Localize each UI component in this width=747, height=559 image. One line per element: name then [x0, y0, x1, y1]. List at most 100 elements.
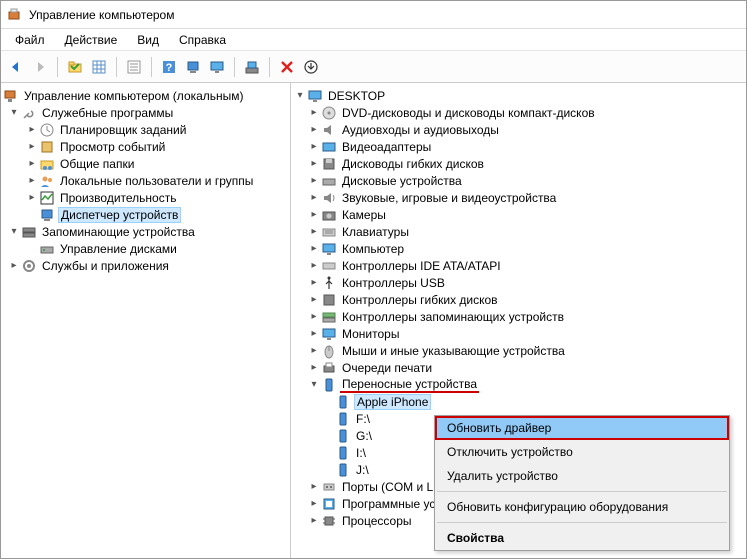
phone-icon: [335, 394, 351, 410]
print-queue-icon: [321, 360, 337, 376]
chevron-right-icon[interactable]: ▸: [307, 174, 321, 188]
chevron-right-icon[interactable]: ▸: [307, 293, 321, 307]
device-category[interactable]: ▸Звуковые, игровые и видеоустройства: [293, 189, 744, 206]
chevron-right-icon[interactable]: ▸: [307, 514, 321, 528]
folder-share-icon: [39, 156, 55, 172]
ctx-update-driver[interactable]: Обновить драйвер: [435, 416, 729, 440]
tree-local-users[interactable]: ▸Локальные пользователи и группы: [3, 172, 288, 189]
device-category[interactable]: ▸Видеоадаптеры: [293, 138, 744, 155]
chevron-right-icon[interactable]: ▸: [307, 344, 321, 358]
device-category[interactable]: ▸Контроллеры USB: [293, 274, 744, 291]
menu-help[interactable]: Справка: [169, 31, 236, 49]
chevron-down-icon[interactable]: ▾: [7, 225, 21, 239]
device-category[interactable]: ▸Контроллеры IDE ATA/ATAPI: [293, 257, 744, 274]
chevron-right-icon[interactable]: ▸: [307, 480, 321, 494]
devmgr-button[interactable]: [182, 56, 204, 78]
tree-system-tools[interactable]: ▾Служебные программы: [3, 104, 288, 121]
grid-button[interactable]: [88, 56, 110, 78]
chevron-down-icon[interactable]: ▾: [307, 378, 321, 392]
list-button[interactable]: [123, 56, 145, 78]
delete-button[interactable]: [276, 56, 298, 78]
device-category[interactable]: ▸Дисководы гибких дисков: [293, 155, 744, 172]
disk-button[interactable]: [241, 56, 263, 78]
ctx-properties[interactable]: Свойства: [435, 526, 729, 550]
floppy-ctrl-icon: [321, 292, 337, 308]
tree-shared-folders[interactable]: ▸Общие папки: [3, 155, 288, 172]
tree-device-manager[interactable]: Диспетчер устройств: [3, 206, 288, 223]
monitor-button[interactable]: [206, 56, 228, 78]
chevron-right-icon[interactable]: ▸: [307, 327, 321, 341]
device-category[interactable]: ▸Контроллеры запоминающих устройств: [293, 308, 744, 325]
device-category[interactable]: ▸Клавиатуры: [293, 223, 744, 240]
device-apple-iphone[interactable]: Apple iPhone: [293, 393, 744, 410]
install-driver-button[interactable]: [300, 56, 322, 78]
device-category[interactable]: ▸Компьютер: [293, 240, 744, 257]
device-category[interactable]: ▸DVD-дисководы и дисководы компакт-диско…: [293, 104, 744, 121]
devmgr-icon: [39, 207, 55, 223]
device-portable[interactable]: ▾Переносные устройства: [293, 376, 744, 393]
folder-button[interactable]: [64, 56, 86, 78]
forward-button[interactable]: [29, 56, 51, 78]
ctx-disable-device[interactable]: Отключить устройство: [435, 440, 729, 464]
chevron-right-icon[interactable]: ▸: [307, 361, 321, 375]
phone-icon: [335, 411, 351, 427]
chevron-right-icon[interactable]: ▸: [307, 259, 321, 273]
chevron-right-icon[interactable]: ▸: [25, 174, 39, 188]
chevron-right-icon[interactable]: ▸: [307, 157, 321, 171]
storage-ctrl-icon: [321, 309, 337, 325]
device-root[interactable]: ▾DESKTOP: [293, 87, 744, 104]
device-category[interactable]: ▸Мониторы: [293, 325, 744, 342]
device-category[interactable]: ▸Контроллеры гибких дисков: [293, 291, 744, 308]
device-category[interactable]: ▸Дисковые устройства: [293, 172, 744, 189]
left-tree-pane: Управление компьютером (локальным) ▾Служ…: [1, 83, 291, 558]
tree-root[interactable]: Управление компьютером (локальным): [3, 87, 288, 104]
chevron-right-icon[interactable]: ▸: [307, 123, 321, 137]
device-category[interactable]: ▸Очереди печати: [293, 359, 744, 376]
tree-services[interactable]: ▸Службы и приложения: [3, 257, 288, 274]
chevron-right-icon[interactable]: ▸: [25, 140, 39, 154]
chevron-right-icon[interactable]: ▸: [25, 191, 39, 205]
phone-icon: [335, 428, 351, 444]
back-button[interactable]: [5, 56, 27, 78]
computer-icon: [3, 88, 19, 104]
chevron-right-icon[interactable]: ▸: [307, 242, 321, 256]
tree-task-scheduler[interactable]: ▸Планировщик заданий: [3, 121, 288, 138]
chevron-right-icon[interactable]: ▸: [25, 123, 39, 137]
titlebar: Управление компьютером: [1, 1, 746, 29]
device-category[interactable]: ▸Камеры: [293, 206, 744, 223]
mouse-icon: [321, 343, 337, 359]
menu-action[interactable]: Действие: [55, 31, 128, 49]
menu-file[interactable]: Файл: [5, 31, 55, 49]
window-title: Управление компьютером: [29, 8, 174, 22]
chevron-right-icon[interactable]: ▸: [307, 497, 321, 511]
portable-icon: [321, 377, 337, 393]
tree-event-viewer[interactable]: ▸Просмотр событий: [3, 138, 288, 155]
device-category[interactable]: ▸Аудиовходы и аудиовыходы: [293, 121, 744, 138]
menu-view[interactable]: Вид: [127, 31, 169, 49]
chevron-right-icon[interactable]: ▸: [307, 140, 321, 154]
chevron-down-icon[interactable]: ▾: [7, 106, 21, 120]
chevron-right-icon[interactable]: ▸: [25, 157, 39, 171]
chevron-down-icon[interactable]: ▾: [293, 89, 307, 103]
svg-text:?: ?: [166, 62, 173, 74]
clock-icon: [39, 122, 55, 138]
chevron-right-icon[interactable]: ▸: [307, 310, 321, 324]
tree-storage[interactable]: ▾Запоминающие устройства: [3, 223, 288, 240]
chevron-right-icon[interactable]: ▸: [7, 259, 21, 273]
toolbar-separator: [116, 57, 117, 77]
display-adapter-icon: [321, 139, 337, 155]
ctx-remove-device[interactable]: Удалить устройство: [435, 464, 729, 488]
phone-icon: [335, 445, 351, 461]
toolbar-separator: [269, 57, 270, 77]
chevron-right-icon[interactable]: ▸: [307, 225, 321, 239]
chevron-right-icon[interactable]: ▸: [307, 276, 321, 290]
ctx-scan-hardware[interactable]: Обновить конфигурацию оборудования: [435, 495, 729, 519]
chevron-right-icon[interactable]: ▸: [307, 191, 321, 205]
tree-performance[interactable]: ▸Производительность: [3, 189, 288, 206]
floppy-icon: [321, 156, 337, 172]
device-category[interactable]: ▸Мыши и иные указывающие устройства: [293, 342, 744, 359]
chevron-right-icon[interactable]: ▸: [307, 208, 321, 222]
chevron-right-icon[interactable]: ▸: [307, 106, 321, 120]
tree-disk-mgmt[interactable]: Управление дисками: [3, 240, 288, 257]
help-button[interactable]: ?: [158, 56, 180, 78]
